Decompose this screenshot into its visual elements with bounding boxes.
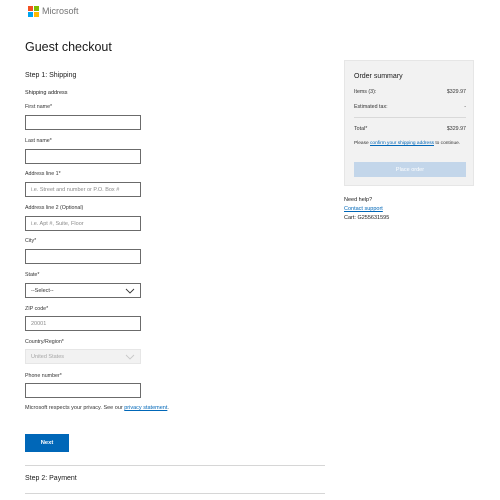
city-field[interactable]: [25, 249, 141, 264]
last-name-label: Last name*: [25, 138, 52, 144]
country-select-value: United States: [31, 353, 65, 360]
country-label: Country/Region*: [25, 339, 64, 345]
country-select: United States: [25, 349, 141, 364]
address-line2-label: Address line 2 (Optional): [25, 205, 84, 211]
note-prefix: Please: [354, 141, 370, 146]
help-section: Need help? Contact support Cart: G255631…: [344, 196, 389, 223]
address-line2-field[interactable]: [25, 216, 141, 231]
privacy-notice: Microsoft respects your privacy. See our…: [25, 405, 169, 411]
next-button[interactable]: Next: [25, 434, 69, 452]
order-summary-title: Order summary: [354, 73, 403, 80]
shipping-address-heading: Shipping address: [25, 90, 68, 96]
brand-name[interactable]: Microsoft: [42, 6, 79, 16]
contact-support-link[interactable]: Contact support: [344, 205, 389, 214]
order-summary-panel: Order summary Items (3): $329.97 Estimat…: [344, 60, 474, 186]
step1-title: Step 1: Shipping: [25, 72, 77, 79]
total-label: Total*: [354, 126, 368, 132]
first-name-field[interactable]: [25, 115, 141, 130]
step2-title: Step 2: Payment: [25, 475, 77, 482]
last-name-field[interactable]: [25, 149, 141, 164]
phone-number-field[interactable]: [25, 383, 141, 398]
logo-square-red: [28, 5, 33, 11]
summary-divider: [354, 117, 466, 118]
state-select[interactable]: --Select--: [25, 283, 141, 298]
tax-value: -: [464, 104, 466, 110]
state-label: State*: [25, 272, 40, 278]
tax-label: Estimated tax:: [354, 104, 388, 110]
microsoft-logo-icon[interactable]: [28, 5, 39, 17]
confirm-shipping-link[interactable]: confirm your shipping address: [370, 141, 434, 146]
site-header: Microsoft: [28, 4, 79, 18]
items-label: Items (3):: [354, 89, 377, 95]
tax-row: Estimated tax: -: [354, 104, 466, 110]
total-value: $329.97: [446, 126, 466, 132]
state-select-value: --Select--: [31, 287, 54, 294]
logo-square-green: [34, 5, 39, 11]
privacy-statement-link[interactable]: privacy statement: [124, 405, 167, 411]
page-title: Guest checkout: [25, 40, 112, 54]
zip-code-field[interactable]: [25, 316, 141, 331]
total-row: Total* $329.97: [354, 126, 466, 132]
items-row: Items (3): $329.97: [354, 89, 466, 95]
logo-square-yellow: [34, 11, 39, 17]
cart-id: Cart: G255631595: [344, 215, 390, 221]
first-name-label: First name*: [25, 104, 53, 110]
items-value: $329.97: [446, 89, 466, 95]
privacy-period: .: [167, 405, 169, 411]
divider: [25, 465, 325, 466]
logo-square-blue: [28, 11, 33, 17]
address-line1-label: Address line 1*: [25, 171, 61, 177]
phone-number-label: Phone number*: [25, 373, 62, 379]
place-order-button: Place order: [354, 162, 466, 177]
divider: [25, 493, 325, 494]
zip-code-label: ZIP code*: [25, 306, 49, 312]
help-title: Need help?: [344, 197, 373, 203]
city-label: City*: [25, 238, 37, 244]
chevron-down-icon: [125, 354, 135, 360]
address-line1-field[interactable]: [25, 182, 141, 197]
chevron-down-icon: [125, 288, 135, 294]
confirm-address-note: Please confirm your shipping address to …: [354, 140, 466, 148]
privacy-text: Microsoft respects your privacy. See our: [25, 405, 125, 411]
note-suffix: to continue.: [434, 141, 461, 146]
